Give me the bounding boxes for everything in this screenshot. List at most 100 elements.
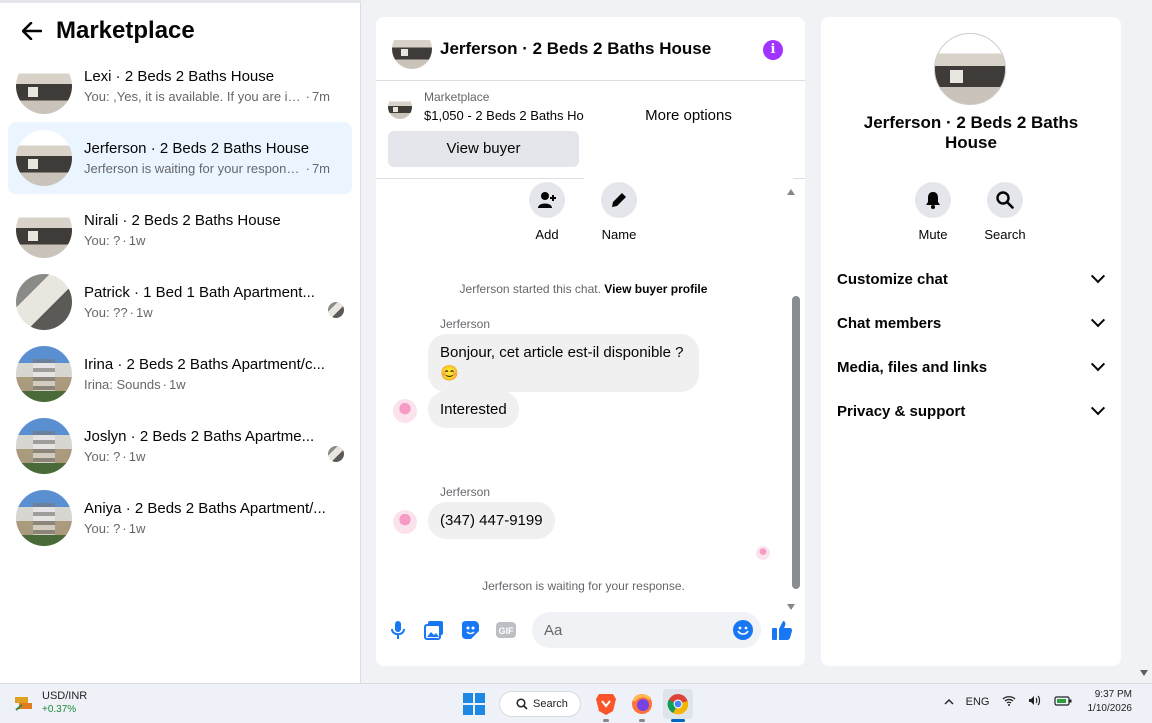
- back-arrow-icon[interactable]: [20, 19, 44, 43]
- sticker-icon[interactable]: [458, 618, 482, 642]
- seen-avatar: [328, 302, 344, 318]
- conversation-item[interactable]: Aniya · 2 Beds 2 Baths Apartment/... You…: [8, 482, 352, 554]
- seen-avatar: [328, 446, 344, 462]
- conversation-preview: You: ?: [84, 520, 121, 536]
- page-scroll-down-arrow[interactable]: [1140, 670, 1148, 676]
- conversation-title: Jerferson · 2 Beds 2 Baths House: [84, 139, 310, 157]
- conversation-item[interactable]: Patrick · 1 Bed 1 Bath Apartment... You:…: [8, 266, 352, 338]
- conversation-preview: You: ,Yes, it is available. If you are i…: [84, 88, 304, 104]
- conversation-item-active[interactable]: Jerferson · 2 Beds 2 Baths House Jerfers…: [8, 122, 352, 194]
- svg-text:GIF: GIF: [499, 626, 515, 636]
- currency-icon: [15, 697, 32, 711]
- conversation-list: Lexi · 2 Beds 2 Baths House You: ,Yes, i…: [8, 50, 352, 554]
- photo-icon[interactable]: [422, 618, 446, 642]
- chrome-icon[interactable]: [663, 689, 693, 722]
- add-button[interactable]: Add: [517, 182, 577, 242]
- microphone-icon[interactable]: [386, 618, 410, 642]
- privacy-support-section[interactable]: Privacy & support: [837, 389, 1109, 433]
- conversation-time: 1w: [128, 448, 146, 464]
- thumbs-up-icon[interactable]: [770, 618, 794, 642]
- conversation-item[interactable]: Joslyn · 2 Beds 2 Baths Apartme... You: …: [8, 410, 352, 482]
- add-label: Add: [535, 227, 559, 242]
- chat-members-section[interactable]: Chat members: [837, 301, 1109, 345]
- mute-button[interactable]: Mute: [903, 182, 963, 242]
- chat-avatar[interactable]: [392, 28, 432, 69]
- conversation-title: Joslyn · 2 Beds 2 Baths Apartme...: [84, 427, 315, 445]
- media-files-links-section[interactable]: Media, files and links: [837, 345, 1109, 389]
- clock-date: 1/10/2026: [1087, 703, 1133, 714]
- page-title: Marketplace: [56, 17, 195, 44]
- chat-started-notice: Jerferson started this chat. View buyer …: [376, 282, 791, 296]
- chat-panel: Jerferson · 2 Beds 2 Baths House i Marke…: [376, 17, 805, 666]
- language-indicator[interactable]: ENG: [966, 696, 990, 708]
- conversation-preview: Jerferson is waiting for your response.: [84, 160, 304, 176]
- message-input-container: [532, 612, 761, 648]
- listing-thumbnail: [16, 274, 72, 330]
- conversation-title: Nirali · 2 Beds 2 Baths House: [84, 211, 281, 229]
- listing-thumbnail: [16, 490, 72, 546]
- listing-avatar[interactable]: [934, 33, 1006, 105]
- message-text: Bonjour, cet article est-il disponible ?: [440, 344, 684, 361]
- message-bubble: (347) 447-9199: [428, 502, 555, 539]
- marketplace-sidebar: Marketplace Lexi · 2 Beds 2 Baths House …: [0, 0, 361, 683]
- conversation-time: 7m: [311, 160, 330, 176]
- chat-title[interactable]: Jerferson · 2 Beds 2 Baths House: [440, 39, 711, 59]
- conversation-item[interactable]: Irina · 2 Beds 2 Baths Apartment/c... Ir…: [8, 338, 352, 410]
- conversation-time: 1w: [128, 520, 146, 536]
- listing-price-title[interactable]: $1,050 - 2 Beds 2 Baths House: [424, 108, 605, 123]
- conversation-title: Aniya · 2 Beds 2 Baths Apartment/...: [84, 499, 326, 517]
- chevron-down-icon: [1090, 401, 1106, 416]
- conversation-preview: You: ?: [84, 232, 121, 248]
- brave-browser-icon[interactable]: [591, 689, 621, 722]
- info-icon[interactable]: i: [763, 40, 783, 60]
- clock-time: 9:37 PM: [1094, 689, 1132, 700]
- sidebar-header: Marketplace: [20, 14, 195, 48]
- volume-icon[interactable]: [1028, 695, 1042, 709]
- section-label: Privacy & support: [837, 402, 966, 420]
- emoji-icon[interactable]: [733, 620, 753, 640]
- conversation-title: Patrick · 1 Bed 1 Bath Apartment...: [84, 283, 315, 301]
- read-receipt-avatar: [756, 546, 770, 560]
- currency-pair: USD/INR: [42, 690, 88, 702]
- details-title: Jerferson · 2 Beds 2 Baths House: [863, 113, 1079, 152]
- section-label: Media, files and links: [837, 358, 988, 376]
- search-icon: [516, 698, 528, 710]
- chevron-down-icon: [1090, 313, 1106, 328]
- scrollbar-thumb[interactable]: [792, 296, 800, 589]
- listing-thumbnail: [388, 95, 412, 119]
- taskbar-apps: Search: [463, 689, 699, 722]
- conversation-title: Irina · 2 Beds 2 Baths Apartment/c...: [84, 355, 325, 373]
- conversation-item[interactable]: Nirali · 2 Beds 2 Baths House You: ? · 1w: [8, 194, 352, 266]
- search-button[interactable]: Search: [975, 182, 1035, 242]
- currency-widget[interactable]: USD/INR +0.37%: [14, 690, 87, 716]
- conversation-item[interactable]: Lexi · 2 Beds 2 Baths House You: ,Yes, i…: [8, 50, 352, 122]
- gif-icon[interactable]: GIF: [494, 618, 518, 642]
- view-buyer-button[interactable]: View buyer: [388, 131, 579, 167]
- message-input[interactable]: [532, 612, 722, 648]
- wifi-icon[interactable]: [1002, 695, 1016, 709]
- message-composer: GIF: [376, 610, 805, 666]
- windows-start-icon[interactable]: [463, 693, 485, 715]
- listing-thumbnail: [16, 202, 72, 258]
- search-icon: [987, 182, 1023, 218]
- conversation-preview: You: ?: [84, 448, 121, 464]
- chevron-up-icon[interactable]: [944, 696, 954, 708]
- system-clock[interactable]: 9:37 PM 1/10/2026: [1088, 688, 1133, 716]
- listing-thumbnail: [16, 418, 72, 474]
- bell-icon: [915, 182, 951, 218]
- listing-thumbnail: [16, 130, 72, 186]
- taskbar-search[interactable]: Search: [499, 691, 581, 717]
- conversation-preview: You: ??: [84, 304, 128, 320]
- search-label: Search: [984, 227, 1026, 242]
- firefox-icon[interactable]: [627, 689, 657, 722]
- smile-emoji: 😊: [440, 365, 459, 382]
- view-buyer-profile-link[interactable]: View buyer profile: [604, 282, 707, 296]
- sender-avatar: [393, 399, 417, 423]
- listing-thumbnail: [16, 346, 72, 402]
- name-button[interactable]: Name: [589, 182, 649, 242]
- scroll-up-arrow[interactable]: [787, 189, 795, 195]
- mute-label: Mute: [918, 227, 948, 242]
- battery-icon[interactable]: [1053, 695, 1072, 709]
- add-person-icon: [529, 182, 565, 218]
- customize-chat-section[interactable]: Customize chat: [837, 257, 1109, 301]
